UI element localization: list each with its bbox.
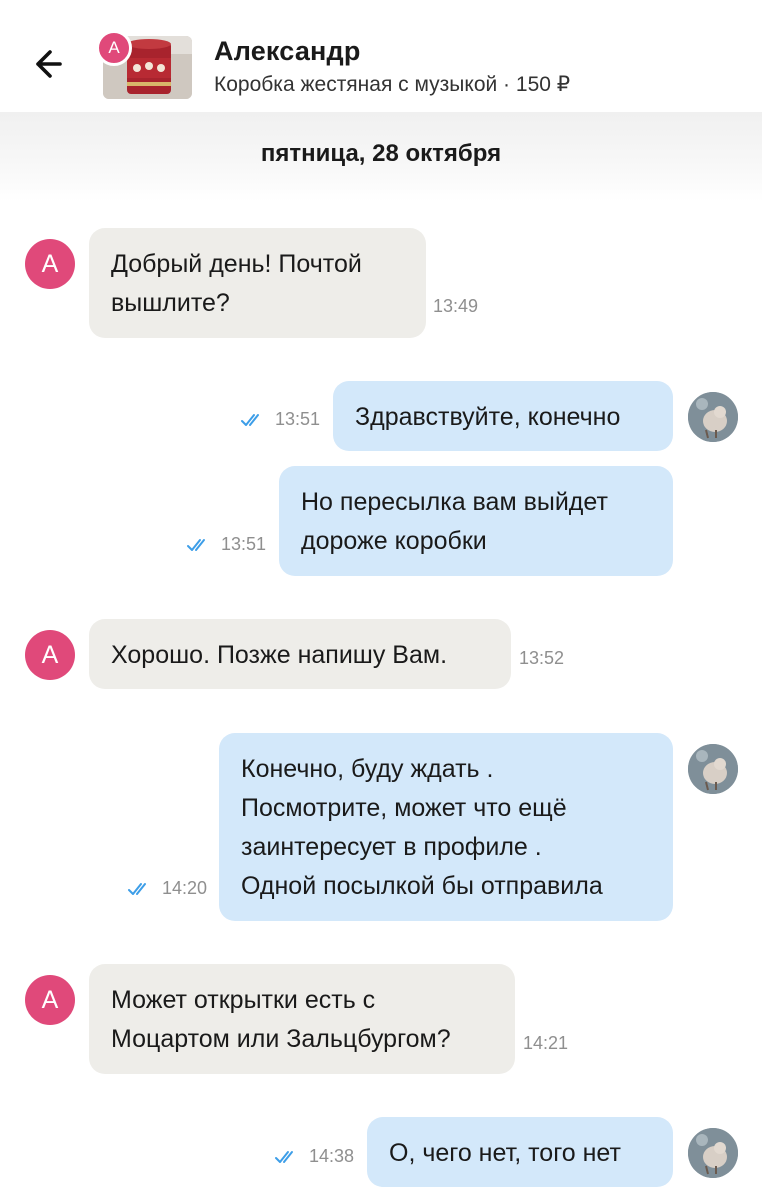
message-time: 13:49 xyxy=(433,296,479,316)
sender-avatar[interactable]: А xyxy=(25,630,75,680)
double-check-icon xyxy=(275,1151,293,1163)
message-bubble[interactable]: О, чего нет, того нет xyxy=(367,1117,673,1187)
message-time: 13:52 xyxy=(519,648,565,668)
sender-avatar[interactable]: А xyxy=(25,239,75,289)
message-time: 14:38 xyxy=(309,1146,355,1166)
contact-name[interactable]: Александр xyxy=(214,36,361,67)
message-time: 14:21 xyxy=(523,1033,569,1053)
double-check-icon xyxy=(187,539,205,551)
message-time: 13:51 xyxy=(275,409,321,429)
back-button[interactable] xyxy=(30,42,70,86)
double-check-icon xyxy=(128,883,146,895)
message-bubble[interactable]: Может открытки есть с Моцартом или Зальц… xyxy=(89,964,515,1074)
date-divider: пятница, 28 октября xyxy=(260,140,502,167)
chat-header: А Александр Коробка жестяная с музыкой ·… xyxy=(0,0,762,112)
message-time: 13:51 xyxy=(221,534,267,554)
message-time: 14:20 xyxy=(162,878,208,898)
my-avatar[interactable] xyxy=(688,1128,738,1178)
my-avatar[interactable] xyxy=(688,392,738,442)
sender-avatar[interactable]: А xyxy=(25,975,75,1025)
contact-avatar[interactable]: А xyxy=(96,30,132,66)
message-bubble[interactable]: Но пересылка вам выйдет дороже коробки xyxy=(279,466,673,576)
my-avatar[interactable] xyxy=(688,744,738,794)
double-check-icon xyxy=(241,414,259,426)
message-bubble[interactable]: Хорошо. Позже напишу Вам. xyxy=(89,619,511,689)
message-bubble[interactable]: Здравствуйте, конечно xyxy=(333,381,673,451)
message-bubble[interactable]: Конечно, буду ждать . Посмотрите, может … xyxy=(219,733,673,921)
arrow-left-icon xyxy=(36,50,62,78)
message-bubble[interactable]: Добрый день! Почтой вышлите? xyxy=(89,228,426,338)
product-info[interactable]: Коробка жестяная с музыкой · 150 ₽ xyxy=(214,72,570,97)
